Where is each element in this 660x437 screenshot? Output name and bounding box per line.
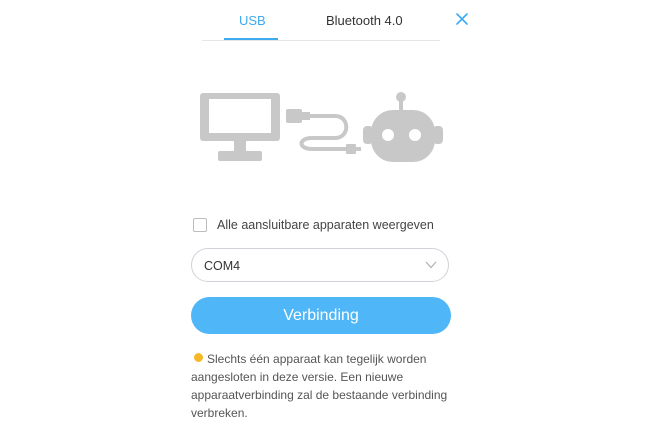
port-select[interactable]: COM4 <box>191 248 449 282</box>
port-select-value: COM4 <box>204 259 241 273</box>
connection-illustration <box>200 92 443 162</box>
notice-text: Slechts één apparaat kan tegelijk worden… <box>191 352 448 420</box>
robot-icon <box>363 92 443 162</box>
usb-cable-icon <box>286 109 361 154</box>
connect-button[interactable]: Verbinding <box>191 297 451 334</box>
tab-bluetooth[interactable]: Bluetooth 4.0 <box>326 13 403 28</box>
show-all-devices-option[interactable]: Alle aansluitbare apparaten weergeven <box>193 216 434 234</box>
close-icon[interactable] <box>454 11 470 27</box>
connect-dialog: USB Bluetooth 4.0 Alle aansluitbare appa… <box>160 0 480 437</box>
show-all-devices-label: Alle aansluitbare apparaten weergeven <box>217 218 434 232</box>
active-tab-indicator <box>224 38 278 40</box>
single-device-notice: Slechts één apparaat kan tegelijk worden… <box>191 350 453 422</box>
tab-usb[interactable]: USB <box>239 13 266 28</box>
connection-tabs: USB Bluetooth 4.0 <box>202 0 440 41</box>
warning-dot-icon <box>194 353 203 362</box>
chevron-down-icon <box>425 261 437 269</box>
show-all-devices-checkbox[interactable] <box>193 218 207 232</box>
monitor-icon <box>200 93 280 161</box>
